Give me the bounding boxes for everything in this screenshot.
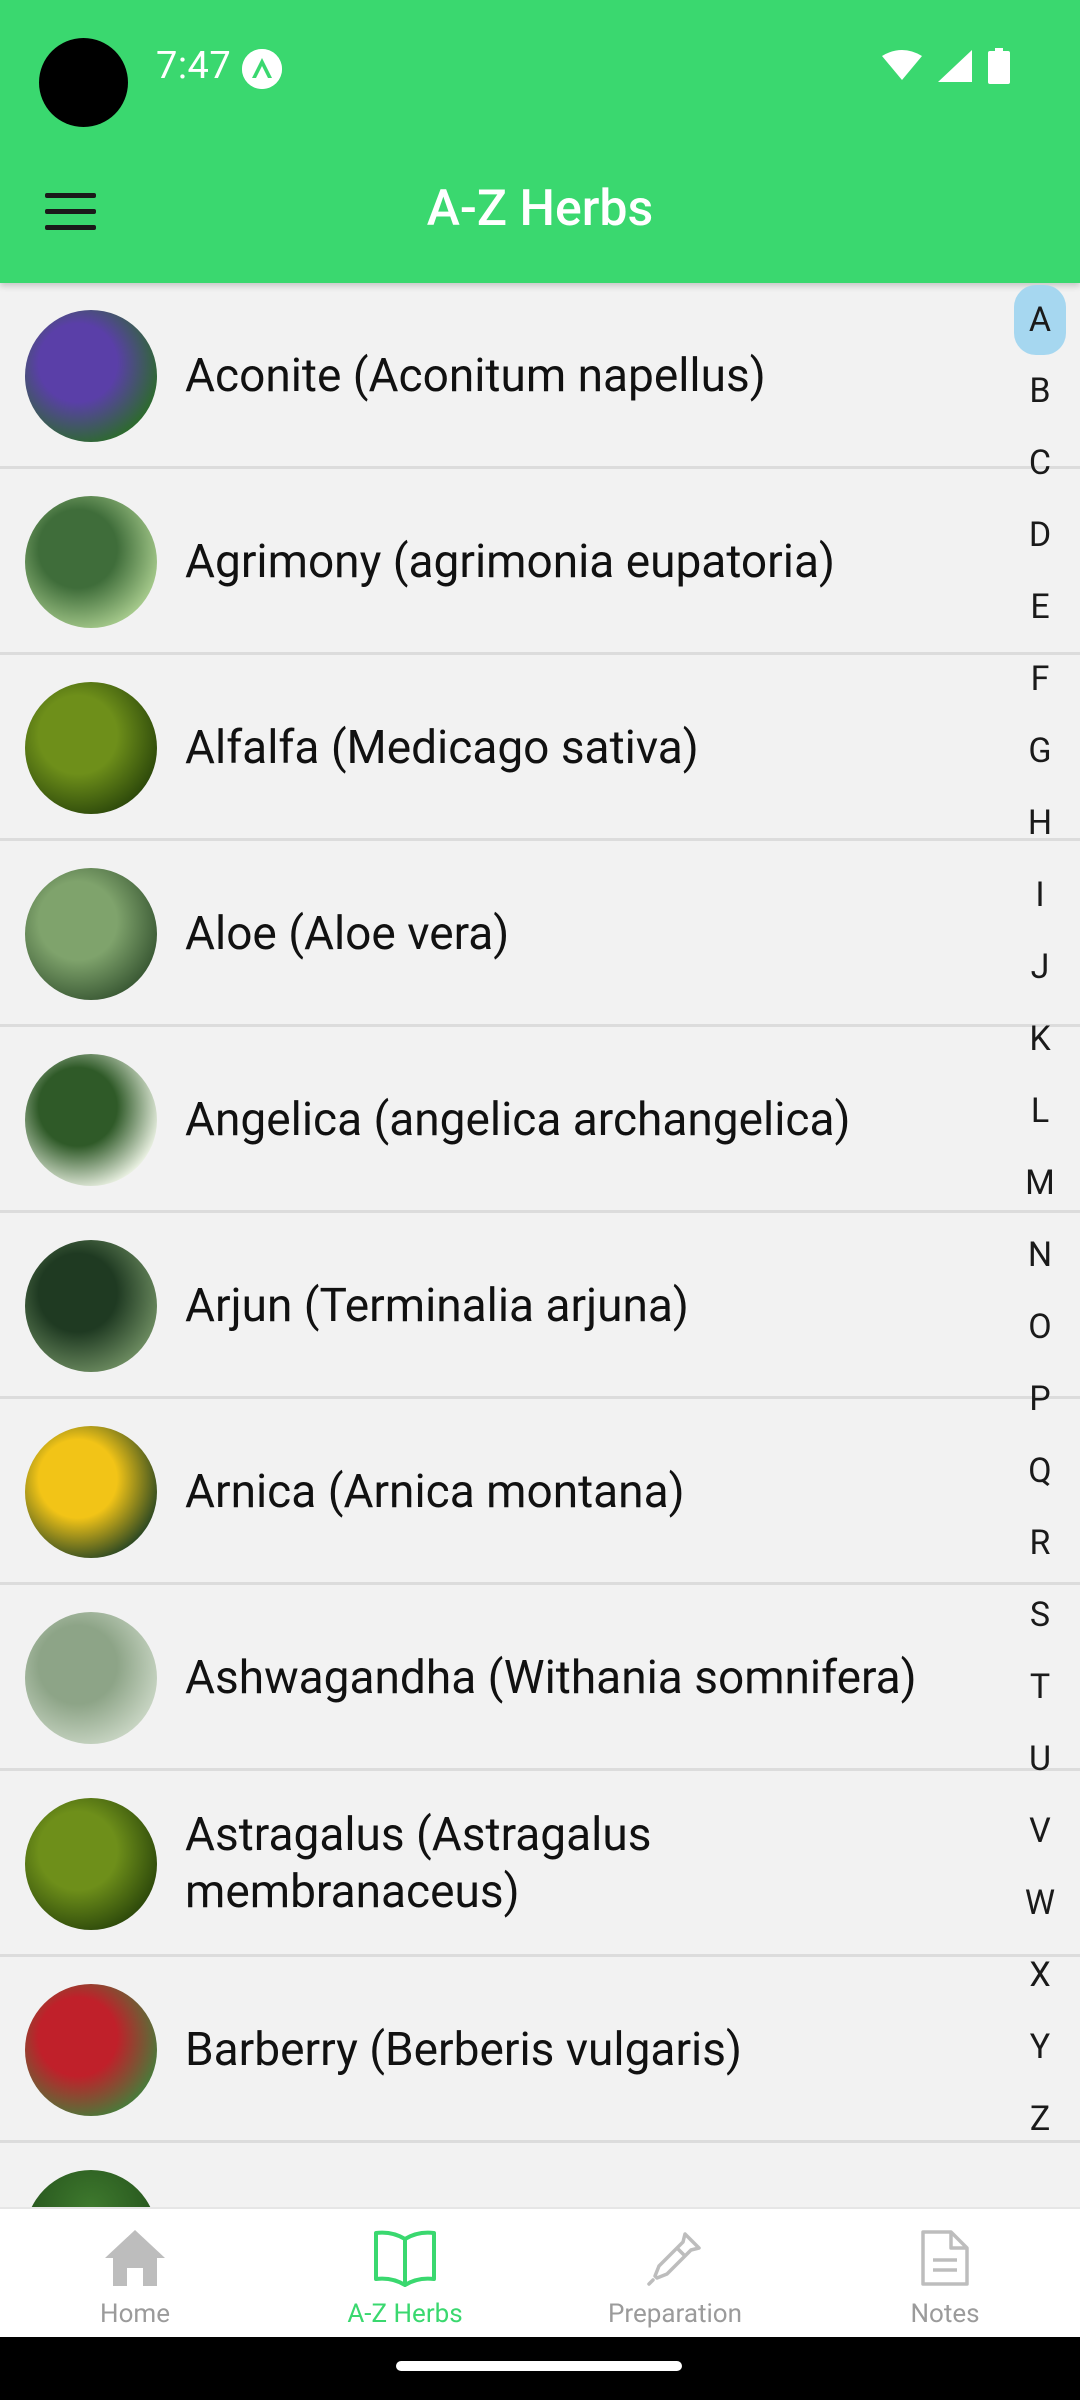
- alphabet-letter-w[interactable]: W: [1014, 1867, 1066, 1939]
- herb-thumbnail: [25, 2170, 157, 2207]
- herb-thumbnail: [25, 310, 157, 442]
- alphabet-letter-i[interactable]: I: [1014, 859, 1066, 931]
- herb-name: Barberry (Berberis vulgaris): [185, 2022, 742, 2077]
- expo-icon: [242, 49, 282, 89]
- alphabet-letter-o[interactable]: O: [1014, 1291, 1066, 1363]
- herb-name: Ashwagandha (Withania somnifera): [185, 1650, 917, 1705]
- alphabet-letter-b[interactable]: B: [1014, 355, 1066, 427]
- alphabet-letter-p[interactable]: P: [1014, 1363, 1066, 1435]
- herb-thumbnail: [25, 1426, 157, 1558]
- alphabet-letter-q[interactable]: Q: [1014, 1435, 1066, 1507]
- herb-thumbnail: [25, 1240, 157, 1372]
- alphabet-letter-t[interactable]: T: [1014, 1651, 1066, 1723]
- camera-cutout: [39, 38, 128, 127]
- page-title: A-Z Herbs: [426, 180, 654, 238]
- nav-label: A-Z Herbs: [347, 2299, 463, 2329]
- herb-thumbnail: [25, 682, 157, 814]
- nav-home[interactable]: Home: [0, 2209, 270, 2337]
- alphabet-letter-j[interactable]: J: [1014, 931, 1066, 1003]
- home-icon: [100, 2223, 170, 2293]
- status-time: 7:47: [156, 44, 232, 88]
- herb-list-item[interactable]: Ashwagandha (Withania somnifera): [0, 1585, 1080, 1771]
- alphabet-letter-s[interactable]: S: [1014, 1579, 1066, 1651]
- herb-list-item[interactable]: Angelica (angelica archangelica): [0, 1027, 1080, 1213]
- nav-document[interactable]: Notes: [810, 2209, 1080, 2337]
- herb-list-item[interactable]: Agrimony (agrimonia eupatoria): [0, 469, 1080, 655]
- alphabet-letter-c[interactable]: C: [1014, 427, 1066, 499]
- nav-dropper[interactable]: Preparation: [540, 2209, 810, 2337]
- nav-label: Home: [100, 2299, 170, 2329]
- alphabet-letter-a[interactable]: A: [1014, 285, 1066, 355]
- signal-icon: [938, 50, 972, 86]
- wifi-icon: [882, 50, 922, 86]
- herb-list-item[interactable]: Astragalus (Astragalus membranaceus): [0, 1771, 1080, 1957]
- battery-icon: [988, 48, 1010, 88]
- herb-name: Astragalus (Astragalus membranaceus): [185, 1808, 652, 1919]
- alphabet-letter-e[interactable]: E: [1014, 571, 1066, 643]
- alphabet-letter-v[interactable]: V: [1014, 1795, 1066, 1867]
- herb-thumbnail: [25, 1798, 157, 1930]
- herb-name: Aconite (Aconitum napellus): [185, 348, 766, 403]
- alphabet-letter-r[interactable]: R: [1014, 1507, 1066, 1579]
- alphabet-letter-m[interactable]: M: [1014, 1147, 1066, 1219]
- herb-list-item[interactable]: Barberry (Berberis vulgaris): [0, 1957, 1080, 2143]
- nav-label: Notes: [910, 2299, 980, 2329]
- herb-name: Angelica (angelica archangelica): [185, 1092, 851, 1147]
- herb-name: Arjun (Terminalia arjuna): [185, 1278, 689, 1333]
- herb-name: Aloe (Aloe vera): [185, 906, 510, 961]
- alphabet-letter-x[interactable]: X: [1014, 1939, 1066, 2011]
- gesture-bar: [0, 2337, 1080, 2400]
- herb-list-item-partial[interactable]: [0, 2143, 1080, 2207]
- herb-name: Alfalfa (Medicago sativa): [185, 720, 699, 775]
- alphabet-letter-k[interactable]: K: [1014, 1003, 1066, 1075]
- alphabet-letter-l[interactable]: L: [1014, 1075, 1066, 1147]
- gesture-handle[interactable]: [396, 2361, 682, 2371]
- book-icon: [370, 2223, 440, 2293]
- herb-name: Agrimony (agrimonia eupatoria): [185, 534, 835, 589]
- herb-thumbnail: [25, 496, 157, 628]
- alphabet-letter-h[interactable]: H: [1014, 787, 1066, 859]
- herb-thumbnail: [25, 868, 157, 1000]
- alphabet-letter-d[interactable]: D: [1014, 499, 1066, 571]
- herb-thumbnail: [25, 1054, 157, 1186]
- status-bar: 7:47: [0, 0, 1080, 135]
- nav-book[interactable]: A-Z Herbs: [270, 2209, 540, 2337]
- herb-list-item[interactable]: Arjun (Terminalia arjuna): [0, 1213, 1080, 1399]
- herb-list-item[interactable]: Arnica (Arnica montana): [0, 1399, 1080, 1585]
- herb-list[interactable]: Aconite (Aconitum napellus) Agrimony (agr…: [0, 283, 1080, 2207]
- alphabet-letter-u[interactable]: U: [1014, 1723, 1066, 1795]
- alphabet-letter-y[interactable]: Y: [1014, 2011, 1066, 2083]
- menu-icon[interactable]: [30, 171, 110, 251]
- alphabet-letter-n[interactable]: N: [1014, 1219, 1066, 1291]
- nav-label: Preparation: [608, 2299, 742, 2329]
- alphabet-letter-z[interactable]: Z: [1014, 2083, 1066, 2155]
- herb-list-item[interactable]: Aloe (Aloe vera): [0, 841, 1080, 1027]
- herb-list-item[interactable]: Aconite (Aconitum napellus): [0, 283, 1080, 469]
- alphabet-letter-g[interactable]: G: [1014, 715, 1066, 787]
- herb-name: Arnica (Arnica montana): [185, 1464, 685, 1519]
- top-header: 7:47 A-Z Herbs: [0, 0, 1080, 283]
- herb-thumbnail: [25, 1612, 157, 1744]
- herb-thumbnail: [25, 1984, 157, 2116]
- alphabet-index[interactable]: ABCDEFGHIJKLMNOPQRSTUVWXYZ: [1014, 285, 1066, 2155]
- bottom-navigation: Home A-Z Herbs Preparation Notes: [0, 2207, 1080, 2337]
- dropper-icon: [640, 2223, 710, 2293]
- alphabet-letter-f[interactable]: F: [1014, 643, 1066, 715]
- document-icon: [910, 2223, 980, 2293]
- app-bar: A-Z Herbs: [0, 135, 1080, 283]
- herb-list-item[interactable]: Alfalfa (Medicago sativa): [0, 655, 1080, 841]
- status-icons: [882, 48, 1010, 88]
